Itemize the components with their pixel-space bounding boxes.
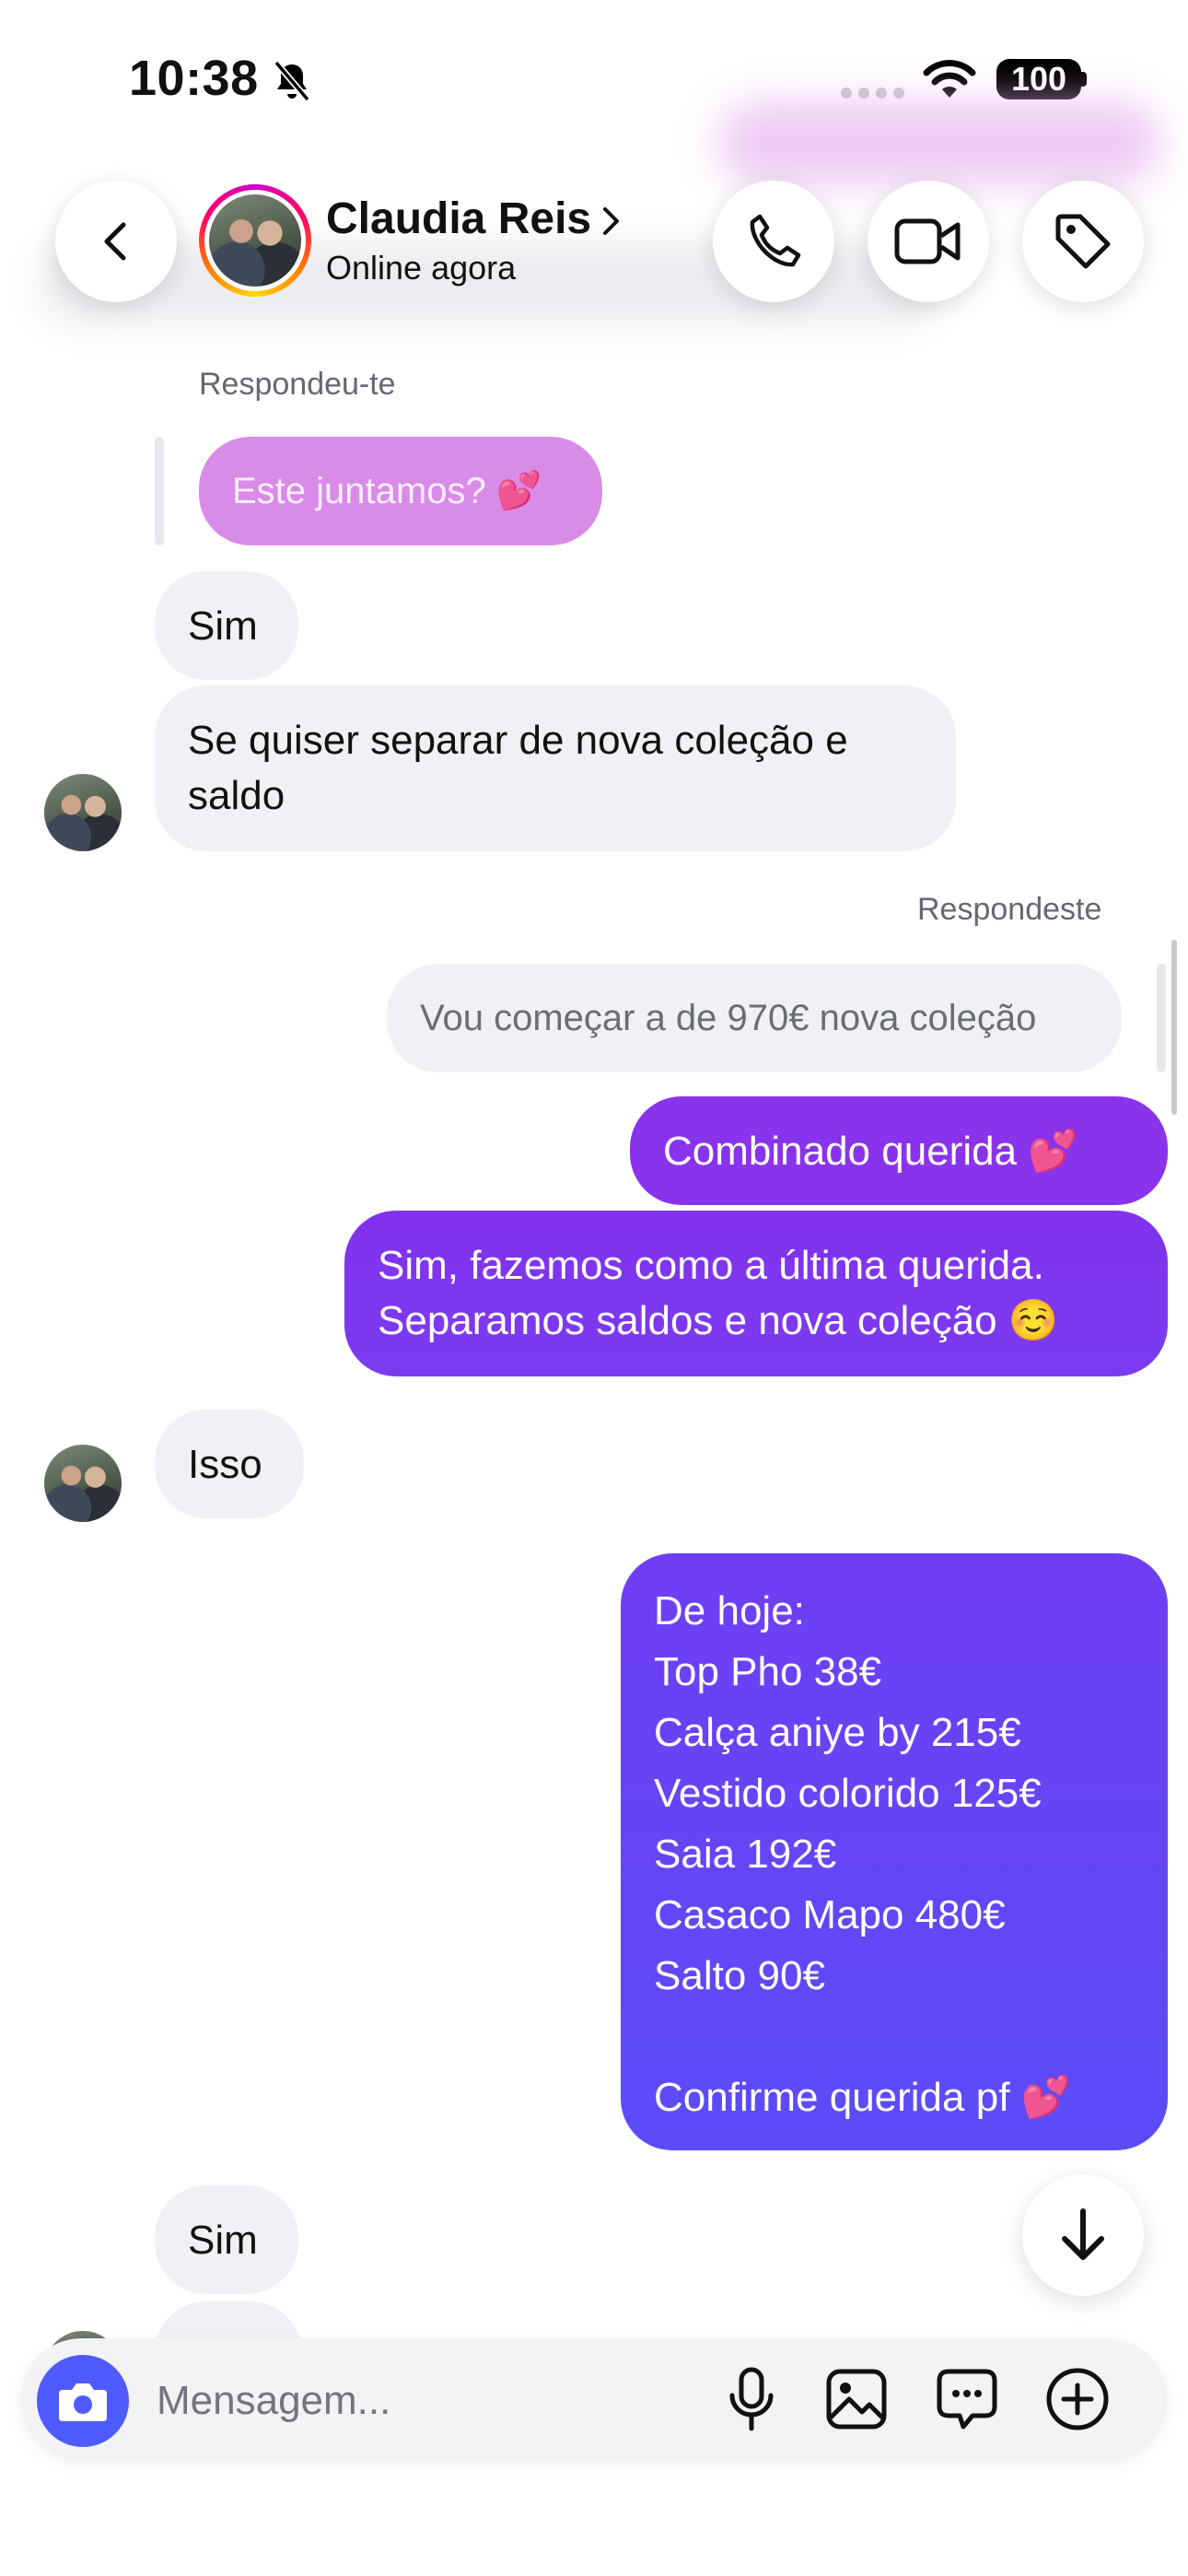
gallery-button[interactable]	[823, 2366, 890, 2432]
chevron-left-icon	[104, 222, 126, 261]
tag-button[interactable]	[1022, 181, 1144, 302]
wifi-icon	[923, 60, 976, 98]
scrollbar[interactable]	[1171, 940, 1177, 1115]
microphone-button[interactable]	[718, 2366, 785, 2432]
online-status: Online agora	[326, 249, 517, 287]
status-time: 10:38	[129, 51, 259, 106]
message-incoming[interactable]: Sim	[155, 2185, 298, 2294]
message-outgoing[interactable]: Sim, fazemos como a última querida. Sepa…	[344, 1211, 1168, 1376]
reply-bar	[155, 437, 164, 545]
battery-indicator: 100	[996, 59, 1081, 100]
chat-bubble-icon	[937, 2369, 997, 2430]
sticker-button[interactable]	[934, 2366, 1000, 2432]
message-incoming[interactable]: Se quiser separar de nova coleção e sald…	[155, 685, 956, 851]
you-replied-label: Respondeste	[917, 892, 1102, 927]
contact-avatar[interactable]	[199, 184, 311, 297]
reply-bar	[1157, 964, 1166, 1072]
message-input[interactable]	[155, 2370, 711, 2432]
sender-avatar[interactable]	[44, 1445, 122, 1522]
sender-avatar[interactable]	[44, 774, 122, 851]
image-icon	[826, 2369, 887, 2430]
camera-button[interactable]	[37, 2355, 129, 2447]
call-button[interactable]	[713, 181, 834, 302]
camera-icon	[59, 2383, 107, 2421]
message-incoming[interactable]: Sim	[155, 571, 298, 680]
quoted-message[interactable]: Este juntamos? 💕	[199, 437, 602, 545]
arrow-down-icon	[1062, 2208, 1104, 2260]
more-button[interactable]	[1044, 2366, 1111, 2432]
battery-nub	[1081, 72, 1087, 87]
contact-name[interactable]: Claudia Reis	[326, 193, 591, 244]
tag-icon	[1055, 214, 1111, 269]
cellular-signal-icon	[841, 88, 904, 99]
blurred-message	[718, 101, 1160, 184]
microphone-icon	[729, 2367, 774, 2431]
avatar-photo	[209, 194, 301, 287]
plus-circle-icon	[1046, 2368, 1109, 2430]
replied-to-you-label: Respondeu-te	[199, 367, 396, 402]
quoted-message[interactable]: Vou começar a de 970€ nova coleção	[387, 964, 1122, 1072]
message-outgoing[interactable]: Combinado querida 💕	[630, 1096, 1168, 1205]
chevron-right-icon[interactable]	[600, 205, 623, 238]
muted-bell-icon	[274, 61, 310, 101]
phone-icon	[750, 214, 801, 267]
back-button[interactable]	[55, 181, 177, 302]
video-call-button[interactable]	[868, 181, 989, 302]
scroll-to-bottom-button[interactable]	[1022, 2174, 1144, 2296]
message-incoming[interactable]: Isso	[155, 1410, 304, 1518]
message-outgoing[interactable]: De hoje: Top Pho 38€ Calça aniye by 215€…	[621, 1553, 1168, 2150]
video-camera-icon	[894, 218, 961, 264]
